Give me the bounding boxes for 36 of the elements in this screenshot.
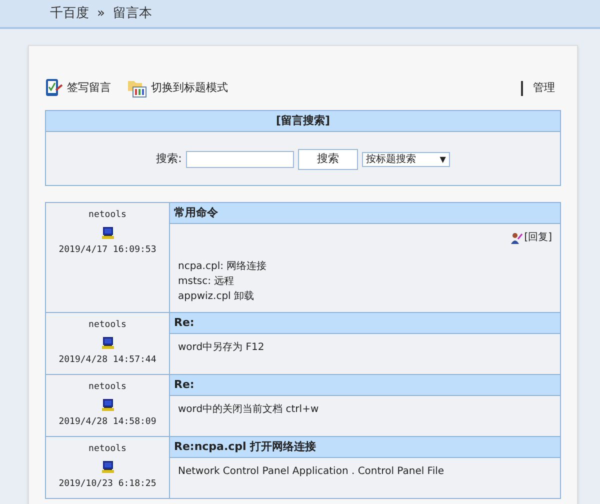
post-text-line: appwiz.cpl 卸载 [178,290,256,304]
author-name: netools [88,443,126,456]
post-time: 2019/10/23 6:18:25 [58,478,156,490]
breadcrumb-separator: » [97,4,105,23]
post-time: 2019/4/28 14:58:09 [58,416,156,428]
search-field[interactable] [186,151,294,168]
post-text-line: word中另存为 F12 [178,340,266,355]
search-button[interactable]: 搜索 [298,149,358,170]
post-time: 2019/4/28 14:57:44 [58,354,156,366]
write-message-link[interactable]: 签写留言 [67,80,111,96]
computer-icon [102,226,114,240]
post-title: 常用命令 [170,203,560,224]
post-text-line: Network Control Panel Application . Control Panel File [178,465,446,479]
search-label: 搜索: [156,151,182,168]
post-title: Re: [170,375,560,396]
pen-tablet-icon [45,78,63,98]
author-name: netools [88,209,126,222]
post-title: Re:ncpa.cpl 打开网络连接 [170,437,560,458]
site-link[interactable]: 千百度 [50,4,89,24]
computer-icon [102,460,114,474]
search-mode-select[interactable]: 按标题搜索 ▼ [362,152,450,167]
admin-link[interactable]: 管理 [533,80,555,96]
post-text-line: mstsc: 远程 [178,275,236,289]
page-title: 留言本 [112,4,152,23]
computer-icon [102,398,114,412]
author-name: netools [88,381,126,394]
post-title: Re: [170,313,560,334]
search-header: [留言搜索] [46,111,560,132]
post-text-line: ncpa.cpl: 网络连接 [178,260,268,274]
computer-icon [102,336,114,350]
folder-grid-icon [127,78,147,98]
post-time: 2019/4/17 16:09:53 [58,244,156,256]
reply-link[interactable]: [回复] [524,230,552,245]
author-name: netools [88,319,126,332]
switch-mode-link[interactable]: 切换到标题模式 [151,80,228,96]
post-text-line: word中的关闭当前文档 ctrl+w [178,402,320,417]
